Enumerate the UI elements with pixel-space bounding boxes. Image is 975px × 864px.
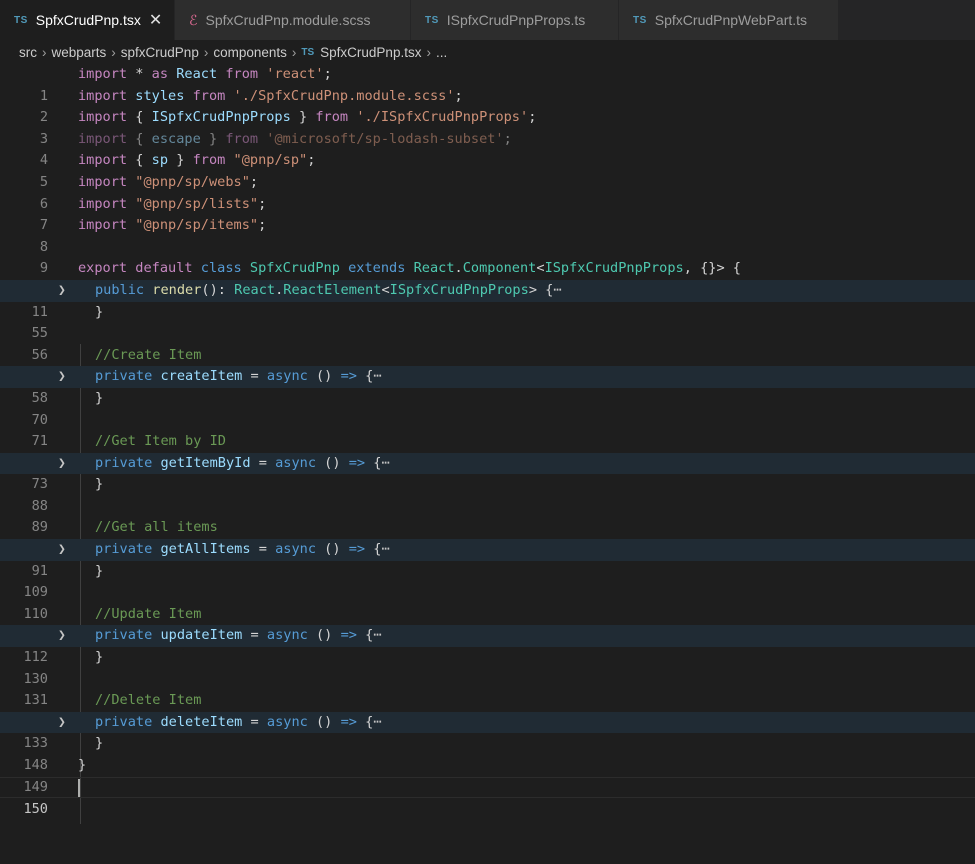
- chevron-right-icon[interactable]: ❯: [58, 539, 66, 561]
- code-line[interactable]: 2 import styles from './SpfxCrudPnp.modu…: [0, 86, 975, 126]
- code-line[interactable]: 149 }: [0, 755, 975, 795]
- code-line[interactable]: 57 //Create Item: [0, 345, 975, 385]
- code-line[interactable]: 5 import { sp } from "@pnp/sp";: [0, 150, 975, 190]
- code-line[interactable]: 6 import "@pnp/sp/webs";: [0, 172, 975, 212]
- code-line[interactable]: 88 }: [0, 474, 975, 514]
- typescript-icon: TS: [14, 14, 28, 26]
- code-line-folded[interactable]: 11 ❯ public render(): React.ReactElement…: [0, 279, 975, 320]
- code-line[interactable]: 3 import { ISpfxCrudPnpProps } from './I…: [0, 107, 975, 147]
- chevron-right-icon: ›: [203, 44, 209, 60]
- breadcrumb: src › webparts › spfxCrudPnp › component…: [0, 40, 975, 64]
- folded-ellipsis: ⋯: [373, 368, 382, 385]
- breadcrumb-item-webparts[interactable]: webparts: [52, 45, 107, 60]
- code-line[interactable]: 72 //Get Item by ID: [0, 431, 975, 471]
- tab-module-scss[interactable]: ℰ SpfxCrudPnp.module.scss: [175, 0, 411, 40]
- tab-spfxcrudpnp-tsx[interactable]: TS SpfxCrudPnp.tsx ✕: [0, 0, 175, 40]
- folded-ellipsis: ⋯: [381, 541, 390, 558]
- code-line[interactable]: 55 }: [0, 302, 975, 342]
- code-line-folded[interactable]: 58 ❯ private createItem = async () => {⋯: [0, 366, 975, 406]
- chevron-right-icon: ›: [111, 44, 116, 60]
- code-line-folded[interactable]: 133 ❯ private deleteItem = async () => {…: [0, 711, 975, 751]
- folded-ellipsis: ⋯: [553, 281, 562, 298]
- tab-label: ISpfxCrudPnpProps.ts: [446, 12, 586, 28]
- chevron-right-icon: ›: [42, 44, 47, 60]
- line-number: 150: [23, 801, 48, 818]
- folded-ellipsis: ⋯: [373, 627, 382, 644]
- breadcrumb-item-spfxcrudpnp[interactable]: spfxCrudPnp: [121, 45, 199, 60]
- code-line-current[interactable]: 150: [0, 776, 975, 817]
- tab-label: SpfxCrudPnp.tsx: [35, 12, 141, 28]
- code-line-folded[interactable]: 91 ❯ private getAllItems = async () => {…: [0, 539, 975, 579]
- code-line[interactable]: 56: [0, 323, 975, 363]
- typescript-icon: TS: [425, 14, 439, 26]
- folded-ellipsis: ⋯: [381, 454, 390, 471]
- breadcrumb-item-components[interactable]: components: [213, 45, 287, 60]
- chevron-right-icon: ›: [291, 44, 297, 60]
- breadcrumb-item-src[interactable]: src: [19, 45, 37, 60]
- chevron-right-icon[interactable]: ❯: [58, 280, 66, 302]
- chevron-right-icon[interactable]: ❯: [58, 366, 66, 388]
- code-line[interactable]: 90 //Get all items: [0, 517, 975, 557]
- code-line[interactable]: 71: [0, 410, 975, 449]
- tab-props-ts[interactable]: TS ISpfxCrudPnpProps.ts: [411, 0, 619, 40]
- chevron-right-icon[interactable]: ❯: [58, 712, 66, 734]
- close-icon[interactable]: ✕: [149, 10, 162, 30]
- editor-tab-bar: TS SpfxCrudPnp.tsx ✕ ℰ SpfxCrudPnp.modul…: [0, 0, 975, 40]
- code-line[interactable]: 8 import "@pnp/sp/items";: [0, 215, 975, 255]
- code-line[interactable]: 132 //Delete Item: [0, 690, 975, 730]
- code-line[interactable]: 10 export default class SpfxCrudPnp exte…: [0, 258, 975, 298]
- code-line[interactable]: 111 //Update Item: [0, 604, 975, 644]
- code-line-folded[interactable]: 112 ❯ private updateItem = async () => {…: [0, 625, 975, 665]
- tab-label: SpfxCrudPnpWebPart.ts: [654, 12, 808, 28]
- tab-webpart-ts[interactable]: TS SpfxCrudPnpWebPart.ts: [619, 0, 839, 40]
- breadcrumb-item-file[interactable]: SpfxCrudPnp.tsx: [320, 45, 421, 60]
- code-line[interactable]: 89: [0, 496, 975, 535]
- breadcrumb-more[interactable]: ...: [436, 45, 447, 60]
- code-line[interactable]: 131: [0, 669, 975, 708]
- folded-ellipsis: ⋯: [373, 713, 382, 730]
- tab-label: SpfxCrudPnp.module.scss: [205, 12, 371, 28]
- code-line[interactable]: 148 }: [0, 733, 975, 773]
- code-line[interactable]: 70 }: [0, 388, 975, 428]
- code-line[interactable]: 7 import "@pnp/sp/lists";: [0, 194, 975, 234]
- text-cursor: [78, 778, 80, 797]
- code-line[interactable]: 1 import * as React from 'react';: [0, 64, 975, 104]
- code-line[interactable]: 9: [0, 237, 975, 276]
- code-line[interactable]: 110: [0, 582, 975, 622]
- chevron-right-icon[interactable]: ❯: [58, 453, 66, 475]
- typescript-icon: TS: [301, 46, 315, 58]
- typescript-icon: TS: [633, 14, 647, 26]
- code-editor[interactable]: 1 import * as React from 'react'; 2 impo…: [0, 64, 975, 824]
- code-line[interactable]: 130 }: [0, 647, 975, 687]
- sass-icon: ℰ: [189, 11, 198, 28]
- code-line-folded[interactable]: 73 ❯ private getItemById = async () => {…: [0, 452, 975, 492]
- chevron-right-icon[interactable]: ❯: [58, 625, 66, 647]
- code-line[interactable]: 4 import { escape } from '@microsoft/sp-…: [0, 129, 975, 169]
- chevron-right-icon: ›: [426, 44, 431, 60]
- code-line[interactable]: 109 }: [0, 561, 975, 601]
